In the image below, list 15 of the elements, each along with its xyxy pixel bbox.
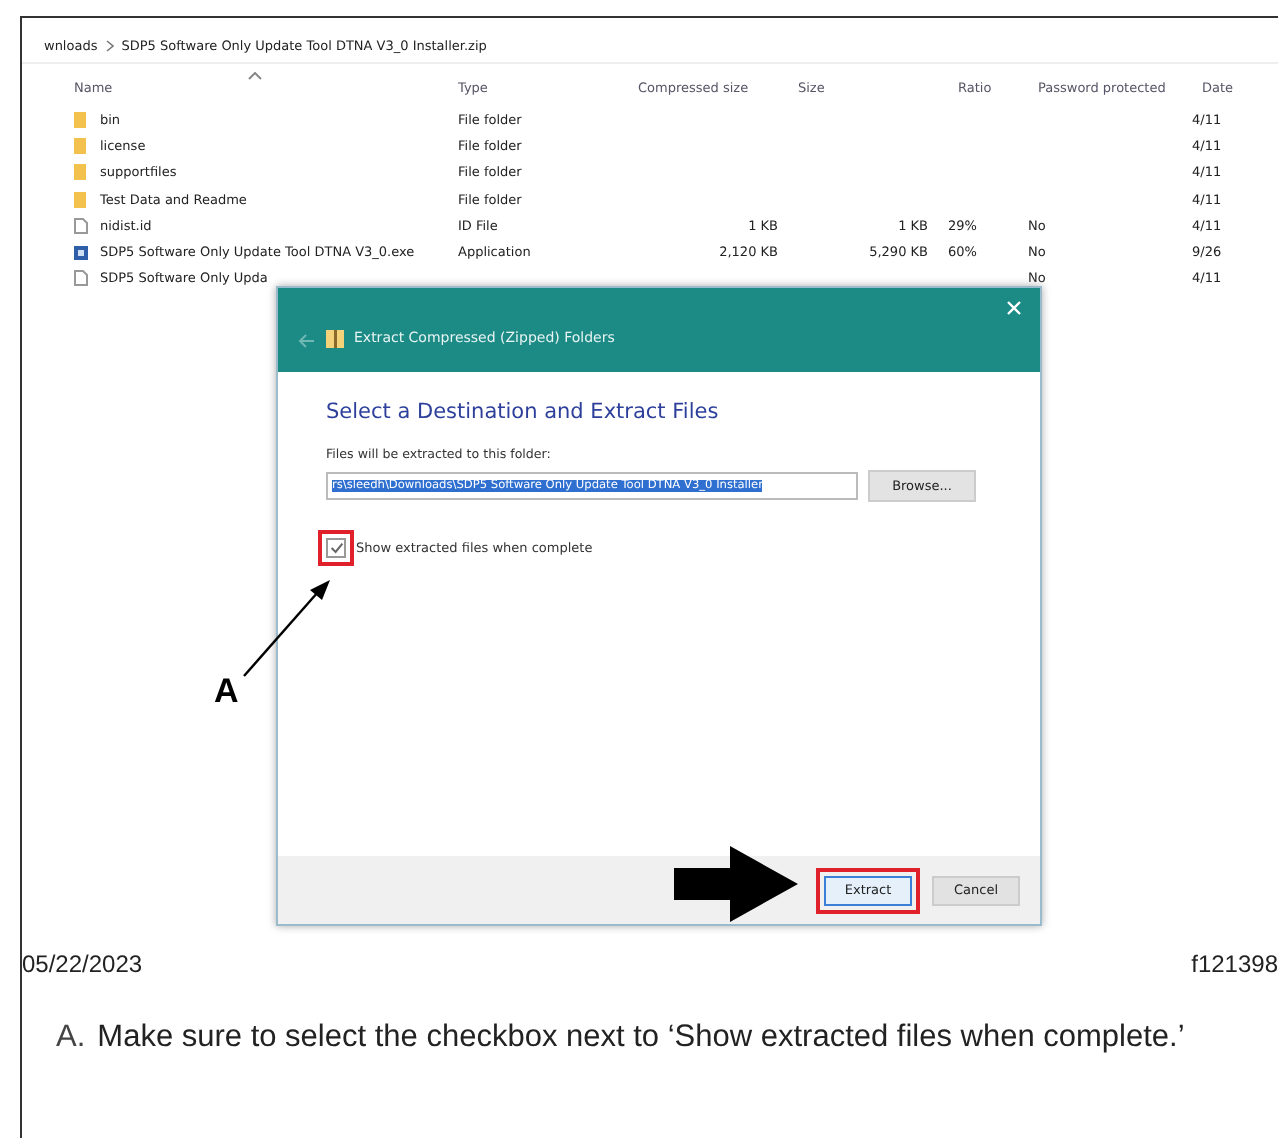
dialog-heading: Select a Destination and Extract Files [326,400,721,424]
block-arrow [674,846,798,922]
figure-id: f121398 [1191,950,1278,978]
note-label: A. [56,1018,86,1057]
chevron-icon [105,40,114,52]
figure-date: 05/22/2023 [20,950,143,978]
callout-label: A [214,672,239,712]
file-icon [74,270,88,287]
file-icon [74,217,88,234]
sort-caret-icon [248,72,262,80]
checkbox[interactable] [326,538,346,558]
note-text: Make sure to select the checkbox next to ‘Show extracted files when complete.’ [97,1018,1185,1057]
application-icon [74,245,88,260]
pointer-arrow [243,580,330,677]
close-icon[interactable] [1006,300,1022,316]
